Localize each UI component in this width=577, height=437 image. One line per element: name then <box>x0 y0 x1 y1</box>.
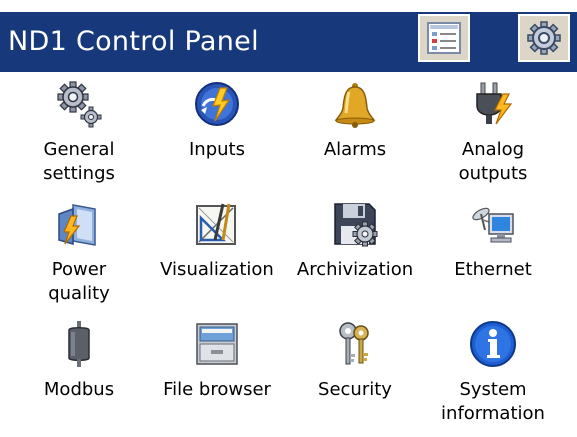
modbus-connector-icon <box>68 321 90 367</box>
tile-label: Ethernet <box>454 259 532 280</box>
tile-label: Modbus <box>43 379 115 400</box>
plug-icon <box>476 82 513 125</box>
tile-visualization[interactable]: Visualization <box>148 196 286 314</box>
tile-ethernet[interactable]: Ethernet <box>424 196 562 314</box>
control-panel-window: ND1 Control Panel General settings Input… <box>0 0 577 437</box>
title-bar: ND1 Control Panel <box>0 0 577 76</box>
bell-icon <box>334 83 376 128</box>
list-view-icon <box>427 22 461 54</box>
tile-archivization[interactable]: Archivization <box>286 196 424 314</box>
gears-icon <box>57 81 102 128</box>
info-icon <box>470 321 516 367</box>
tile-alarms[interactable]: Alarms <box>286 76 424 194</box>
inputs-globe-icon <box>195 82 239 126</box>
file-cabinet-icon <box>196 323 238 365</box>
power-quality-icon <box>58 204 96 246</box>
floppy-disk-icon <box>334 203 378 247</box>
tile-label: Visualization <box>160 259 274 280</box>
list-view-button[interactable] <box>418 14 470 62</box>
tile-label: Power quality <box>48 259 110 304</box>
tile-label: Security <box>318 379 392 400</box>
tile-analog-outputs[interactable]: Analog outputs <box>424 76 562 194</box>
tile-general-settings[interactable]: General settings <box>10 76 148 194</box>
gear-icon <box>527 21 561 55</box>
tile-label: System information <box>441 379 545 424</box>
network-computer-icon <box>472 207 514 243</box>
window-title: ND1 Control Panel <box>8 26 259 57</box>
tile-label: Alarms <box>323 139 387 160</box>
tile-security[interactable]: Security <box>286 316 424 434</box>
tile-power-quality[interactable]: Power quality <box>10 196 148 314</box>
settings-button[interactable] <box>518 14 570 62</box>
tile-inputs[interactable]: Inputs <box>148 76 286 194</box>
tile-label: Analog outputs <box>458 139 528 184</box>
tile-label: Inputs <box>189 139 245 160</box>
tile-label: Archivization <box>296 259 414 280</box>
tile-label: General settings <box>43 139 115 184</box>
applet-grid: General settings Inputs Alarms Analog ou… <box>0 76 577 437</box>
tile-modbus[interactable]: Modbus <box>10 316 148 434</box>
tile-file-browser[interactable]: File browser <box>148 316 286 434</box>
drafting-icon <box>196 203 236 245</box>
tile-system-information[interactable]: System information <box>424 316 562 434</box>
keys-icon <box>339 322 369 365</box>
tile-label: File browser <box>163 379 271 400</box>
